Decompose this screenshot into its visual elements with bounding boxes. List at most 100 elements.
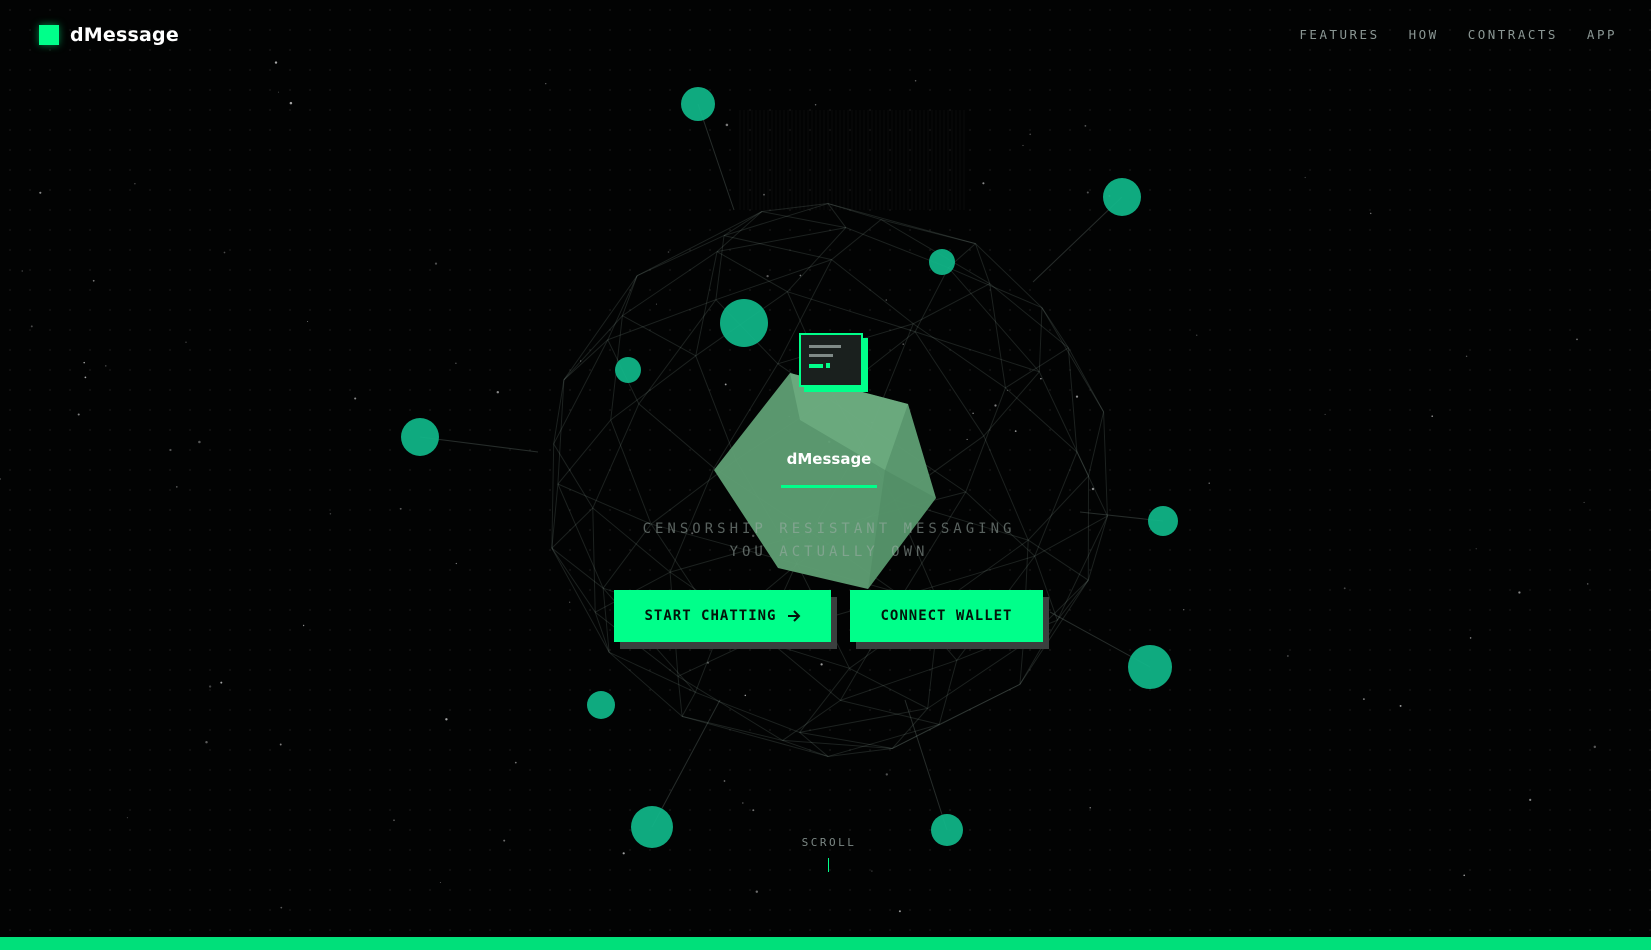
globe-edge	[948, 267, 1040, 373]
star	[1196, 334, 1198, 336]
star	[655, 303, 657, 305]
globe-edge	[1088, 411, 1105, 477]
globe-edge	[677, 676, 683, 717]
node-connector	[651, 699, 721, 828]
star	[994, 404, 997, 407]
brand-logo[interactable]: dMessage	[39, 24, 179, 46]
star	[30, 325, 33, 328]
nav-link-features[interactable]: FEATURES	[1299, 27, 1379, 42]
star	[274, 61, 278, 64]
globe-edge	[715, 235, 725, 300]
globe-edge	[892, 723, 940, 749]
star	[354, 397, 357, 400]
star	[1304, 176, 1306, 179]
globe-edge	[880, 219, 976, 245]
star	[1182, 608, 1185, 611]
globe-edge	[1056, 579, 1089, 621]
brand-name: dMessage	[70, 24, 179, 46]
star	[820, 663, 823, 666]
star	[1465, 355, 1468, 357]
globe-edge	[608, 651, 696, 693]
globe-edge	[1041, 307, 1069, 349]
star	[223, 251, 226, 254]
star	[496, 390, 500, 394]
globe-edge	[827, 747, 893, 757]
star	[1324, 413, 1326, 415]
star	[885, 773, 888, 776]
core-underline	[781, 485, 877, 488]
star	[667, 251, 670, 253]
star	[455, 362, 457, 365]
star	[1014, 430, 1017, 432]
star	[175, 486, 178, 488]
star	[185, 341, 187, 343]
globe-edge	[840, 659, 957, 701]
globe-edge	[681, 715, 829, 757]
network-globe-graphic	[0, 61, 1597, 913]
star	[105, 365, 107, 367]
bottom-accent-bar	[0, 937, 1651, 950]
connect-wallet-label: CONNECT WALLET	[880, 608, 1013, 624]
globe-edge	[677, 635, 764, 677]
nav-link-contracts[interactable]: CONTRACTS	[1468, 27, 1558, 42]
card-line	[809, 345, 841, 348]
globe-edge	[723, 211, 763, 237]
star	[126, 817, 128, 819]
globe-edge	[914, 331, 1040, 373]
start-chatting-button[interactable]: START CHATTING	[614, 590, 831, 642]
star	[92, 279, 95, 282]
star	[902, 343, 904, 345]
star	[1586, 583, 1589, 585]
globe-edge	[677, 675, 783, 741]
top-nav: FEATURES HOW CONTRACTS APP	[1299, 27, 1617, 42]
globe-edge	[622, 315, 696, 357]
network-node	[1128, 645, 1172, 689]
network-node	[1148, 506, 1178, 536]
star	[914, 79, 917, 82]
star	[0, 478, 2, 480]
star	[1469, 637, 1472, 639]
star	[1399, 704, 1402, 707]
nav-link-how[interactable]: HOW	[1409, 27, 1439, 42]
start-chatting-label: START CHATTING	[644, 608, 777, 624]
scroll-indicator-label[interactable]: SCROLL	[751, 836, 907, 849]
star	[752, 809, 755, 812]
star	[205, 740, 208, 744]
connect-wallet-button[interactable]: CONNECT WALLET	[850, 590, 1043, 642]
star	[277, 91, 280, 93]
globe-edge	[610, 419, 652, 525]
star	[1086, 191, 1089, 194]
hero-tagline: CENSORSHIP RESISTANT MESSAGING YOU ACTUA…	[529, 518, 1129, 564]
star	[134, 183, 136, 185]
card-accent-dot	[826, 363, 830, 368]
globe-edge	[563, 315, 623, 381]
globe-edge	[763, 635, 841, 701]
star	[972, 412, 974, 415]
message-card-icon	[799, 333, 863, 387]
globe-edge	[695, 691, 800, 733]
logo-square-icon	[39, 25, 59, 45]
globe-edge	[831, 259, 914, 325]
star	[445, 718, 448, 721]
star	[1029, 133, 1032, 136]
globe-edge	[557, 379, 565, 485]
network-node	[1103, 178, 1141, 216]
star	[198, 440, 201, 444]
star	[814, 104, 817, 106]
globe-edge	[787, 291, 916, 333]
nav-link-app[interactable]: APP	[1587, 27, 1617, 42]
globe-edge	[1067, 347, 1105, 413]
star	[439, 881, 441, 884]
star	[766, 274, 769, 278]
star	[21, 270, 23, 272]
star	[723, 780, 726, 782]
star	[1343, 587, 1346, 590]
star	[1576, 338, 1578, 341]
star	[982, 182, 985, 185]
star	[220, 681, 223, 684]
card-line	[809, 354, 833, 357]
globe-edge	[799, 731, 893, 749]
star	[289, 101, 293, 105]
globe-edge	[681, 692, 696, 717]
globe-edge	[638, 299, 717, 405]
